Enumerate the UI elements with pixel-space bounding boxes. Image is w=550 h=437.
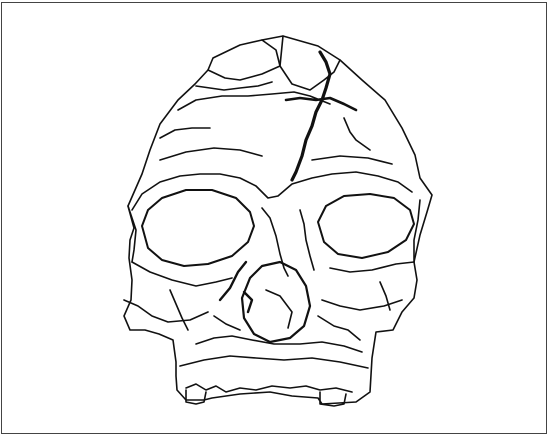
vault-crack-1 bbox=[177, 91, 331, 111]
vault-crack-4 bbox=[343, 117, 371, 151]
vault-crack-5 bbox=[159, 127, 211, 139]
forehead-line bbox=[159, 147, 263, 161]
left-cheek-lower bbox=[123, 299, 209, 323]
left-tooth bbox=[185, 389, 207, 405]
skull-outline bbox=[123, 35, 433, 405]
teeth-row bbox=[185, 383, 353, 393]
vault-plate-left bbox=[207, 39, 281, 81]
temple-right bbox=[413, 199, 421, 263]
face-crack-1 bbox=[218, 260, 248, 302]
nasal-inner-crack bbox=[265, 289, 293, 329]
nasal-bridge-2 bbox=[299, 209, 315, 271]
face-crack-3 bbox=[317, 315, 361, 341]
vault-seam bbox=[290, 50, 332, 182]
face-crack-6 bbox=[242, 290, 254, 314]
right-orbit bbox=[317, 193, 415, 259]
right-cheek bbox=[329, 261, 415, 273]
maxilla-line bbox=[195, 335, 363, 353]
alveolar-line bbox=[179, 355, 369, 369]
vault-crack-3 bbox=[195, 81, 273, 91]
left-orbit bbox=[141, 189, 255, 267]
skull-drawing bbox=[123, 35, 433, 407]
face-crack-2 bbox=[213, 315, 241, 331]
brow-ridge bbox=[131, 171, 413, 211]
forehead-line-right bbox=[311, 155, 393, 165]
face-crack-4 bbox=[169, 289, 189, 331]
